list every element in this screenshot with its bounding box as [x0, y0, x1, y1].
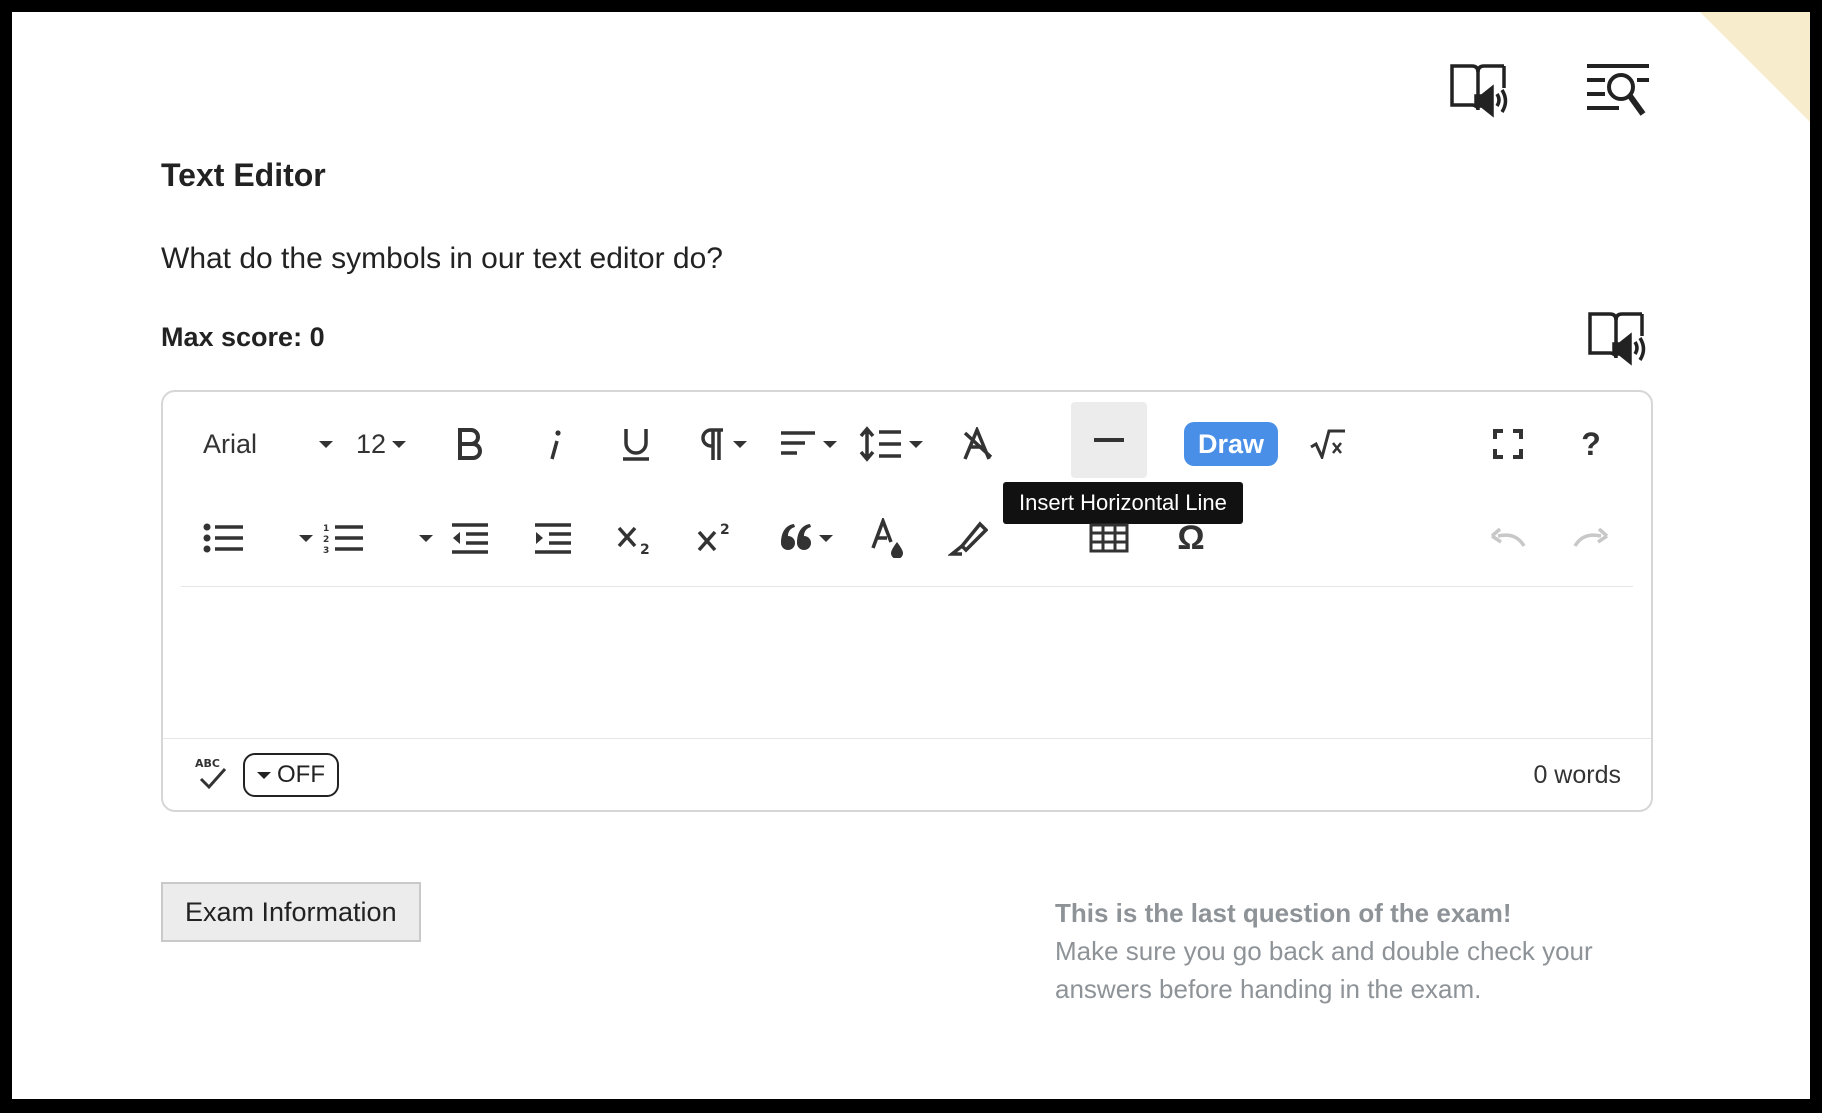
read-aloud-question-icon[interactable]: [1580, 302, 1652, 374]
underline-button[interactable]: [609, 414, 663, 474]
italic-button[interactable]: [528, 414, 578, 474]
question-text: What do the symbols in our text editor d…: [161, 242, 723, 275]
svg-text:2: 2: [720, 522, 730, 538]
bold-icon: [458, 428, 482, 460]
editor-text-area[interactable]: [163, 588, 1651, 738]
special-characters-button[interactable]: Ω: [1166, 508, 1216, 568]
svg-text:ABC: ABC: [195, 757, 220, 770]
align-button[interactable]: [773, 414, 843, 474]
bullet-list-icon: [203, 523, 243, 553]
line-height-button[interactable]: [855, 414, 927, 474]
text-color-icon: [871, 518, 903, 558]
square-root-icon: [1310, 429, 1345, 459]
redo-icon: [1573, 527, 1609, 547]
fullscreen-button[interactable]: [1483, 414, 1533, 474]
svg-text:1: 1: [323, 524, 329, 534]
chevron-down-icon: [819, 534, 833, 542]
clear-formatting-button[interactable]: [953, 414, 1003, 474]
spellcheck-state: OFF: [277, 761, 325, 788]
svg-text:2: 2: [323, 535, 329, 545]
numbered-list-icon: 123: [323, 524, 363, 553]
table-icon: [1089, 523, 1129, 553]
indent-icon: [535, 523, 571, 554]
quote-button[interactable]: [773, 508, 839, 568]
chevron-down-icon: [257, 771, 271, 779]
search-text-icon[interactable]: [1582, 54, 1654, 126]
exam-information-button[interactable]: Exam Information: [161, 882, 421, 942]
insert-table-button[interactable]: [1083, 508, 1135, 568]
page-corner-fold: [1700, 12, 1810, 122]
subscript-icon: 2: [617, 526, 650, 556]
font-size-value: 12: [355, 428, 387, 459]
quote-icon: [781, 524, 811, 550]
superscript-button[interactable]: 2: [689, 508, 743, 568]
help-label: ?: [1581, 425, 1601, 462]
omega-icon: Ω: [1177, 518, 1205, 557]
svg-text:3: 3: [323, 546, 329, 553]
question-title: Text Editor: [161, 157, 326, 193]
chevron-down-icon: [319, 440, 333, 448]
underline-icon: [623, 429, 649, 461]
chevron-down-icon: [392, 440, 407, 448]
redo-button[interactable]: [1566, 508, 1616, 568]
numbered-list-button[interactable]: 123: [323, 508, 433, 568]
superscript-icon: 2: [697, 522, 730, 552]
text-color-button[interactable]: [863, 508, 913, 568]
spellcheck-toggle[interactable]: OFF: [243, 753, 339, 797]
font-family-select[interactable]: Arial: [203, 414, 333, 474]
indent-button[interactable]: [528, 508, 578, 568]
bullet-list-button[interactable]: [203, 508, 313, 568]
last-question-notice: This is the last question of the exam! M…: [1055, 894, 1675, 1008]
subscript-button[interactable]: 2: [609, 508, 663, 568]
font-family-value: Arial: [203, 428, 258, 459]
highlighter-icon: [948, 521, 988, 556]
undo-button[interactable]: [1483, 508, 1533, 568]
svg-text:2: 2: [640, 542, 650, 556]
editor-toolbar: Arial 12 Draw ? Insert Horizontal Line 1…: [163, 392, 1651, 588]
align-left-icon: [781, 431, 815, 455]
max-score: Max score: 0: [161, 322, 325, 352]
last-question-title: This is the last question of the exam!: [1055, 898, 1512, 928]
draw-button[interactable]: Draw: [1181, 414, 1281, 474]
paragraph-format-button[interactable]: [693, 414, 755, 474]
editor-status-bar: ABC OFF 0 words: [163, 739, 1651, 812]
math-formula-button[interactable]: [1303, 414, 1353, 474]
insert-horizontal-line-button[interactable]: [1071, 402, 1147, 478]
chevron-down-icon: [909, 440, 923, 448]
top-toolbar: [1442, 54, 1654, 126]
italic-icon: [550, 430, 561, 460]
draw-button-label: Draw: [1183, 422, 1279, 466]
clear-formatting-icon: [963, 427, 993, 460]
chevron-down-icon: [299, 534, 313, 542]
text-editor: Arial 12 Draw ? Insert Horizontal Line 1…: [161, 390, 1653, 812]
chevron-down-icon: [733, 440, 747, 448]
font-size-select[interactable]: 12: [351, 414, 411, 474]
help-button[interactable]: ?: [1566, 414, 1616, 474]
paragraph-icon: [701, 428, 723, 460]
chevron-down-icon: [823, 440, 837, 448]
word-count: 0 words: [1533, 761, 1621, 789]
undo-icon: [1490, 527, 1526, 547]
toolbar-divider: [181, 586, 1633, 587]
fullscreen-icon: [1493, 429, 1523, 459]
exam-page: Text Editor What do the symbols in our t…: [12, 12, 1810, 1099]
outdent-button[interactable]: [445, 508, 495, 568]
horizontal-line-icon: [1094, 438, 1124, 442]
chevron-down-icon: [419, 534, 433, 542]
last-question-text: Make sure you go back and double check y…: [1055, 936, 1593, 1004]
read-aloud-page-icon[interactable]: [1442, 54, 1514, 126]
highlight-button[interactable]: [943, 508, 993, 568]
line-height-icon: [859, 426, 901, 462]
outdent-icon: [452, 523, 488, 554]
spellcheck-icon: ABC: [191, 753, 235, 797]
bold-button[interactable]: [445, 414, 495, 474]
